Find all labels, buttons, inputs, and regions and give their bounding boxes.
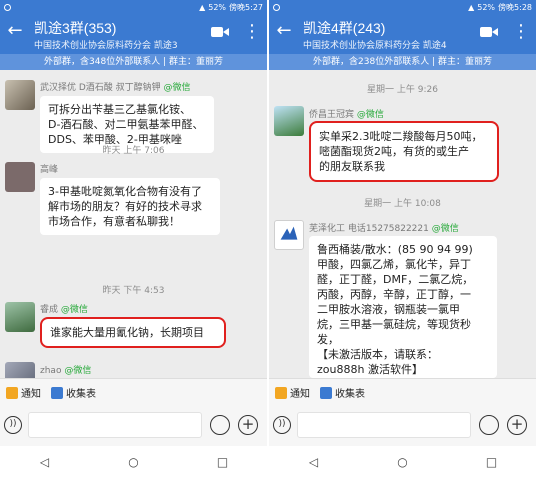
message-input[interactable] xyxy=(297,412,471,438)
timestamp: 昨天 上午 7:06 xyxy=(102,146,165,156)
app-bar: ← 凯途4群(243) 中国技术创业协会原料药分会 凯途4 ⋮ xyxy=(269,14,536,54)
form-tool[interactable]: 收集表 xyxy=(51,385,96,400)
notification-icon xyxy=(273,3,280,11)
megaphone-icon xyxy=(275,386,287,399)
back-arrow-icon[interactable]: ← xyxy=(273,20,295,42)
signal-icon: ▲ xyxy=(468,2,475,12)
message-input[interactable] xyxy=(28,412,202,438)
voice-icon[interactable]: )) xyxy=(273,416,291,434)
status-bar: ▲ 52% 傍晚5:28 xyxy=(269,0,536,14)
system-nav-bar: ◁ ○ □ xyxy=(269,446,536,478)
right-phone-screen: ▲ 52% 傍晚5:28 ← 凯途4群(243) 中国技术创业协会原料药分会 凯… xyxy=(269,0,536,478)
nav-back-icon[interactable]: ◁ xyxy=(35,452,55,472)
timestamp: 星期一 上午 9:26 xyxy=(367,85,438,95)
form-tool[interactable]: 收集表 xyxy=(320,385,365,400)
sender-name: 侨昌王冠宾 @微信 xyxy=(309,110,384,120)
status-time: 傍晚5:27 xyxy=(229,2,263,12)
quick-tools-bar: 通知 收集表 xyxy=(0,378,267,406)
message-list[interactable]: 星期一 上午 9:26 侨昌王冠宾 @微信 实单采2.3吡啶二羧酸每月50吨， … xyxy=(269,70,536,378)
video-call-icon[interactable] xyxy=(480,26,498,38)
sender-avatar[interactable] xyxy=(5,162,35,192)
nav-recents-icon[interactable]: □ xyxy=(213,452,233,472)
plus-icon[interactable]: + xyxy=(238,415,258,435)
more-vert-icon[interactable]: ⋮ xyxy=(243,20,261,44)
chat-subtitle: 中国技术创业协会原料药分会 凯途3 xyxy=(34,41,178,51)
plus-icon[interactable]: + xyxy=(507,415,527,435)
nav-back-icon[interactable]: ◁ xyxy=(304,452,324,472)
quick-tools-bar: 通知 收集表 xyxy=(269,378,536,406)
sender-name: 高峰 xyxy=(40,165,59,175)
message-list[interactable]: 武汉择优 D酒石酸 叔丁醇钠钾 @微信 可拆分出苄基三乙基氯化铵、 D-酒石酸、… xyxy=(0,70,267,378)
emoji-icon[interactable] xyxy=(479,415,499,435)
emoji-icon[interactable] xyxy=(210,415,230,435)
message-bubble[interactable]: 3-甲基吡啶氮氧化合物有没有了 解市场的朋友？有好的技术寻求 市场合作，有意者私… xyxy=(40,178,220,235)
left-phone-screen: ▲ 52% 傍晚5:27 ← 凯途3群(353) 中国技术创业协会原料药分会 凯… xyxy=(0,0,267,478)
sender-avatar[interactable] xyxy=(274,220,304,250)
timestamp: 星期一 上午 10:08 xyxy=(364,199,441,209)
app-bar: ← 凯途3群(353) 中国技术创业协会原料药分会 凯途3 ⋮ xyxy=(0,14,267,54)
group-info-banner[interactable]: 外部群，含348位外部联系人 | 群主：董丽芳 xyxy=(0,54,267,70)
sender-avatar[interactable] xyxy=(5,302,35,332)
back-arrow-icon[interactable]: ← xyxy=(4,20,26,42)
group-info-banner[interactable]: 外部群，含238位外部联系人 | 群主：董丽芳 xyxy=(269,54,536,70)
chat-subtitle: 中国技术创业协会原料药分会 凯途4 xyxy=(303,41,447,51)
more-vert-icon[interactable]: ⋮ xyxy=(512,20,530,44)
status-time: 傍晚5:28 xyxy=(498,2,532,12)
nav-home-icon[interactable]: ○ xyxy=(393,452,413,472)
sender-name: zhao @微信 xyxy=(40,366,92,376)
message-bubble[interactable]: 实单采2.3吡啶二羧酸每月50吨， 嘧菌酯现货2吨，有货的或生产 的朋友联系我 xyxy=(309,121,499,182)
message-bubble[interactable]: 鲁西桶装/散水：(85 90 94 99) 甲酸，四氯乙烯，氯化苄，异丁 醛，正… xyxy=(309,236,497,378)
video-call-icon[interactable] xyxy=(211,26,229,38)
sender-avatar[interactable] xyxy=(274,106,304,136)
form-icon xyxy=(320,386,332,399)
notice-tool[interactable]: 通知 xyxy=(6,385,41,400)
notification-icon xyxy=(4,3,11,11)
nav-home-icon[interactable]: ○ xyxy=(124,452,144,472)
battery-level: 52% xyxy=(477,2,496,12)
status-bar: ▲ 52% 傍晚5:27 xyxy=(0,0,267,14)
megaphone-icon xyxy=(6,386,18,399)
nav-recents-icon[interactable]: □ xyxy=(482,452,502,472)
sender-name: 芜泽化工 电话15275822221 @微信 xyxy=(309,224,459,234)
sender-name: 武汉择优 D酒石酸 叔丁醇钠钾 @微信 xyxy=(40,83,191,93)
timestamp: 昨天 下午 4:53 xyxy=(102,286,165,296)
message-bubble[interactable]: 谁家能大量用氰化钠，长期项目 xyxy=(40,317,226,348)
sender-avatar[interactable] xyxy=(5,80,35,110)
signal-icon: ▲ xyxy=(199,2,206,12)
sender-name: 睿成 @微信 xyxy=(40,305,88,315)
battery-level: 52% xyxy=(208,2,227,12)
chat-title: 凯途4群(243) xyxy=(303,20,386,36)
chat-title: 凯途3群(353) xyxy=(34,20,117,36)
notice-tool[interactable]: 通知 xyxy=(275,385,310,400)
form-icon xyxy=(51,386,63,399)
sender-avatar[interactable] xyxy=(5,362,35,378)
company-logo-icon xyxy=(280,226,298,240)
system-nav-bar: ◁ ○ □ xyxy=(0,446,267,478)
input-bar: )) + xyxy=(269,406,536,446)
input-bar: )) + xyxy=(0,406,267,446)
voice-icon[interactable]: )) xyxy=(4,416,22,434)
